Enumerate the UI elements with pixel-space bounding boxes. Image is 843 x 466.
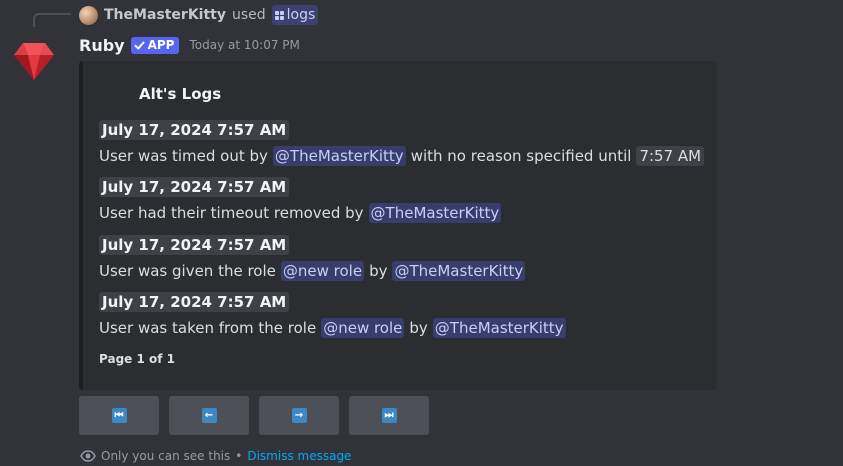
app-badge-label: APP [147,38,175,52]
log-embed: Alt's Logs July 17, 2024 7:57 AM User wa… [79,61,717,390]
message-timestamp[interactable]: Today at 10:07 PM [189,38,299,52]
user-mention[interactable]: @TheMasterKitty [392,261,526,281]
reply-user-avatar[interactable] [79,5,98,25]
previous-page-button[interactable]: ← [169,396,249,435]
app-badge: APP [130,36,180,54]
role-mention[interactable]: @new role [321,318,405,338]
pagination-buttons: ⏮ ← → ⏭ [79,396,429,435]
ephemeral-text: Only you can see this [101,449,231,463]
first-page-icon: ⏮ [111,408,127,423]
next-page-icon: → [291,408,307,423]
message-header: Ruby APP Today at 10:07 PM [79,33,300,57]
entry-text: by [369,262,388,280]
ruby-gem-icon [14,43,54,80]
reply-context: TheMasterKitty used logs [79,4,319,26]
separator-dot: • [235,449,243,463]
log-entry-description: User was timed out by @TheMasterKitty wi… [99,146,705,166]
verified-check-icon [134,41,145,49]
entry-text: User was timed out by [99,147,268,165]
author-name[interactable]: Ruby [79,36,125,55]
log-entry-description: User had their timeout removed by @TheMa… [99,203,502,223]
next-page-button[interactable]: → [259,396,339,435]
last-page-icon: ⏭ [381,408,397,423]
ephemeral-notice: Only you can see this • Dismiss message [80,447,351,465]
log-entry-description: User was given the role @new role by @Th… [99,261,526,281]
last-page-button[interactable]: ⏭ [349,396,429,435]
eye-icon [80,450,96,462]
reply-username[interactable]: TheMasterKitty [104,7,226,23]
reply-spine [33,13,71,27]
embed-title: Alt's Logs [139,85,222,103]
user-mention[interactable]: @TheMasterKitty [432,318,566,338]
ruby-avatar[interactable] [13,40,55,82]
user-mention[interactable]: @TheMasterKitty [272,146,406,166]
entry-text: User was given the role [99,262,276,280]
timestamp-chip[interactable]: 7:57 AM [636,146,705,166]
log-entry-date: July 17, 2024 7:57 AM [99,235,290,255]
entry-text: User was taken from the role [99,319,317,337]
log-entry-date: July 17, 2024 7:57 AM [99,292,290,312]
command-chip[interactable]: logs [271,5,319,25]
log-entry-description: User was taken from the role @new role b… [99,318,566,338]
slash-command-icon [274,10,284,20]
dismiss-message-link[interactable]: Dismiss message [247,449,351,463]
first-page-button[interactable]: ⏮ [79,396,159,435]
role-mention[interactable]: @new role [280,261,365,281]
embed-footer: Page 1 of 1 [99,352,175,366]
user-mention[interactable]: @TheMasterKitty [368,203,502,223]
entry-text: User had their timeout removed by [99,204,364,222]
log-entry-date: July 17, 2024 7:57 AM [99,177,290,197]
entry-text: with no reason specified until [410,147,632,165]
entry-text: by [409,319,428,337]
reply-action: used [231,7,266,23]
log-entry-date: July 17, 2024 7:57 AM [99,120,290,140]
previous-page-icon: ← [201,408,217,423]
command-name: logs [286,7,316,23]
